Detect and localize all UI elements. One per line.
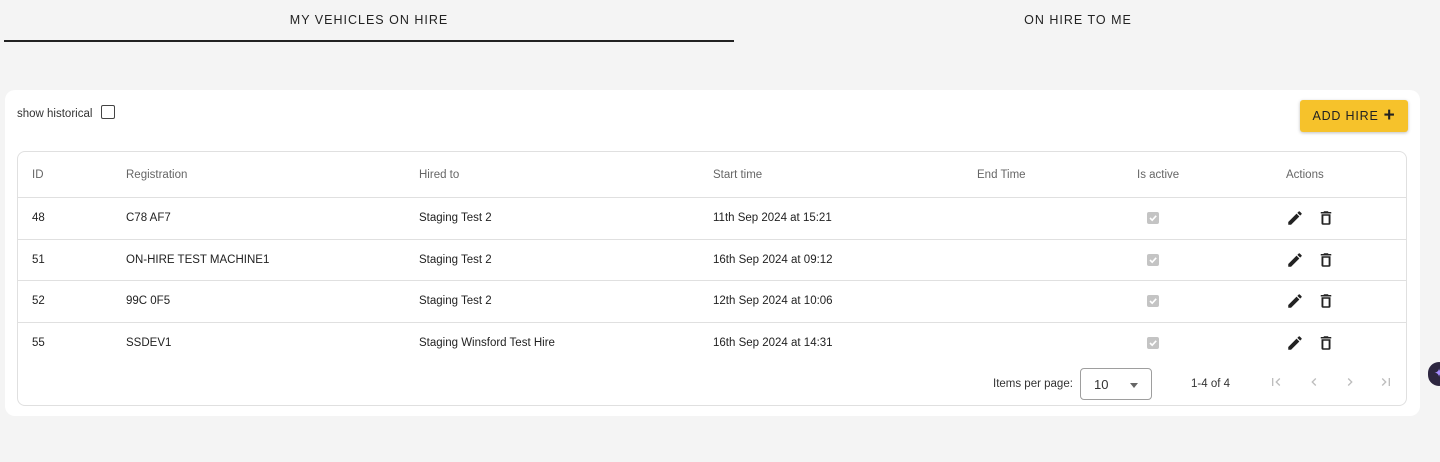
show-historical-control: show historical	[17, 105, 116, 120]
edit-icon[interactable]	[1286, 251, 1304, 269]
cell-is-active	[1137, 197, 1159, 239]
first-page-icon[interactable]	[1268, 374, 1284, 393]
next-page-icon[interactable]	[1342, 374, 1358, 393]
cell-start-time: 16th Sep 2024 at 09:12	[713, 253, 833, 266]
table-row: 52 99C 0F5 Staging Test 2 12th Sep 2024 …	[18, 280, 1406, 323]
is-active-checkbox	[1147, 336, 1159, 349]
items-per-page-label: Items per page:	[993, 378, 1073, 390]
delete-icon[interactable]	[1317, 292, 1335, 310]
header-start-time[interactable]: Start time	[713, 152, 762, 197]
cell-id: 51	[32, 253, 45, 266]
cell-actions	[1286, 322, 1335, 363]
cell-id: 48	[32, 212, 45, 224]
table-header-row: ID Registration Hired to Start time End …	[18, 152, 1406, 198]
header-registration[interactable]: Registration	[126, 152, 187, 197]
cell-is-active	[1137, 239, 1159, 280]
sparkle-icon: ✦	[1434, 366, 1440, 380]
cell-id: 55	[32, 336, 45, 349]
cell-start-time: 12th Sep 2024 at 10:06	[713, 295, 833, 307]
cell-registration: SSDEV1	[126, 336, 172, 349]
page-range-label: 1-4 of 4	[1191, 378, 1230, 390]
cell-actions	[1286, 239, 1335, 280]
cell-start-time: 16th Sep 2024 at 14:31	[713, 336, 833, 349]
is-active-checkbox	[1147, 295, 1159, 307]
table-row: 51 ON-HIRE TEST MACHINE1 Staging Test 2 …	[18, 239, 1406, 281]
plus-icon: +	[1383, 104, 1396, 126]
header-is-active[interactable]: Is active	[1137, 152, 1179, 197]
show-historical-checkbox[interactable]	[101, 105, 116, 119]
header-hired-to[interactable]: Hired to	[419, 152, 459, 197]
dropdown-arrow-icon	[1130, 383, 1138, 388]
cell-start-time: 11th Sep 2024 at 15:21	[713, 212, 832, 224]
cell-hired-to: Staging Test 2	[419, 212, 492, 224]
cell-is-active	[1137, 280, 1159, 322]
tab-bar: MY VEHICLES ON HIRE ON HIRE TO ME	[4, 0, 1440, 42]
tab-on-hire-to-me[interactable]: ON HIRE TO ME	[734, 0, 1422, 40]
hire-table: ID Registration Hired to Start time End …	[17, 151, 1407, 406]
hire-card: show historical ADD HIRE + ID Registrati…	[5, 90, 1420, 416]
cell-actions	[1286, 197, 1335, 239]
page-size-select[interactable]: 10	[1080, 368, 1152, 400]
header-id[interactable]: ID	[32, 152, 44, 197]
paginator: Items per page: 10 1-4 of 4	[18, 360, 1406, 405]
edit-icon[interactable]	[1286, 334, 1304, 352]
floating-assistant-button[interactable]: ✦	[1428, 362, 1440, 386]
cell-actions	[1286, 280, 1335, 322]
edit-icon[interactable]	[1286, 292, 1304, 310]
header-actions: Actions	[1286, 168, 1324, 181]
table-row: 55 SSDEV1 Staging Winsford Test Hire 16t…	[18, 322, 1406, 363]
tab-my-vehicles-on-hire[interactable]: MY VEHICLES ON HIRE	[4, 0, 734, 42]
cell-hired-to: Staging Test 2	[419, 253, 492, 266]
table-row: 48 C78 AF7 Staging Test 2 11th Sep 2024 …	[18, 197, 1406, 240]
delete-icon[interactable]	[1317, 251, 1335, 269]
last-page-icon[interactable]	[1378, 374, 1394, 393]
header-end-time[interactable]: End Time	[977, 152, 1026, 197]
cell-hired-to: Staging Test 2	[419, 295, 492, 307]
delete-icon[interactable]	[1317, 209, 1335, 227]
delete-icon[interactable]	[1317, 334, 1335, 352]
cell-hired-to: Staging Winsford Test Hire	[419, 336, 555, 349]
cell-registration: C78 AF7	[126, 212, 171, 224]
is-active-checkbox	[1147, 253, 1159, 266]
page-size-value: 10	[1094, 377, 1109, 392]
is-active-checkbox	[1147, 212, 1159, 224]
cell-is-active	[1137, 322, 1159, 363]
edit-icon[interactable]	[1286, 209, 1304, 227]
show-historical-label: show historical	[17, 108, 93, 120]
cell-registration: 99C 0F5	[126, 295, 171, 307]
cell-id: 52	[32, 295, 45, 307]
add-hire-button[interactable]: ADD HIRE +	[1300, 100, 1408, 132]
cell-registration: ON-HIRE TEST MACHINE1	[126, 253, 270, 266]
add-hire-label: ADD HIRE	[1312, 109, 1379, 123]
previous-page-icon[interactable]	[1306, 374, 1322, 393]
